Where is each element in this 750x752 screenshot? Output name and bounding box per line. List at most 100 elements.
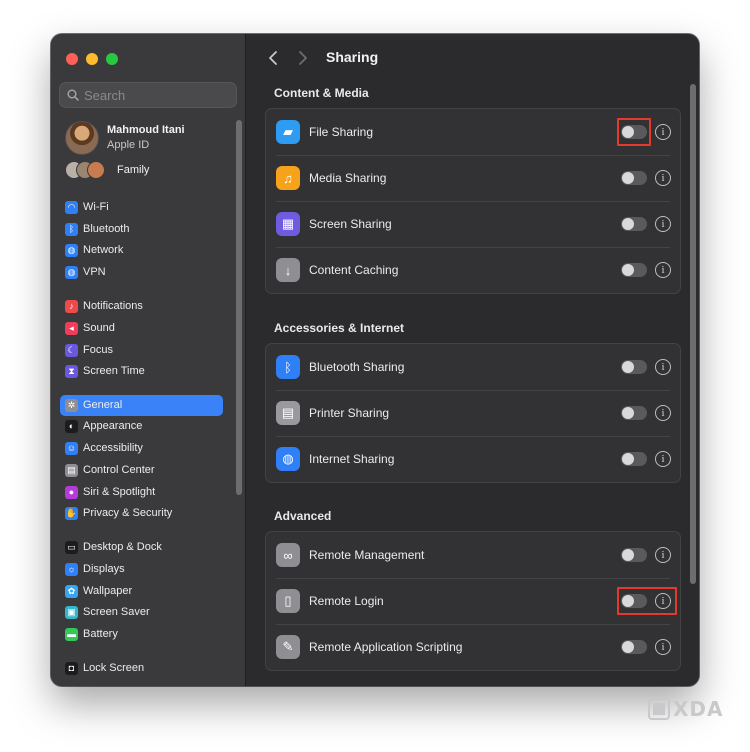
sidebar-item-lock-screen[interactable]: ◘ Lock Screen (60, 658, 223, 679)
row-bluetooth-sharing: ᛒ Bluetooth Sharing i (266, 344, 680, 390)
section-title: Content & Media (274, 86, 369, 100)
internet-sharing-toggle[interactable] (621, 452, 647, 466)
remote-login-toggle[interactable] (621, 594, 647, 608)
row-label: Remote Application Scripting (309, 640, 463, 654)
avatar (65, 121, 99, 155)
search-input[interactable] (84, 86, 232, 104)
info-icon[interactable]: i (655, 262, 671, 278)
info-icon[interactable]: i (655, 547, 671, 563)
row-internet-sharing: ◍ Internet Sharing i (266, 436, 680, 482)
row-screen-sharing: ▦ Screen Sharing i (266, 201, 680, 247)
info-icon[interactable]: i (655, 359, 671, 375)
screen-sharing-toggle[interactable] (621, 217, 647, 231)
screen-sharing-icon: ▦ (276, 212, 300, 236)
terminal-icon: ▯ (276, 589, 300, 613)
row-label: Internet Sharing (309, 452, 395, 466)
bluetooth-icon: ᛒ (276, 355, 300, 379)
xda-logo-icon (648, 698, 670, 720)
sidebar-item-siri-spotlight[interactable]: ● Siri & Spotlight (60, 482, 223, 503)
media-sharing-toggle[interactable] (621, 171, 647, 185)
toggle-knob (622, 641, 634, 653)
hand-icon: ✋ (65, 507, 78, 520)
toggle-knob (622, 126, 634, 138)
info-icon[interactable]: i (655, 124, 671, 140)
sidebar-item-network[interactable]: ◍ Network (60, 240, 223, 261)
file-sharing-toggle[interactable] (621, 125, 647, 139)
toggle-knob (622, 549, 634, 561)
sidebar-item-appearance[interactable]: ◐ Appearance (60, 416, 223, 437)
account-name: Mahmoud Itani (107, 124, 185, 136)
row-content-caching: ↓ Content Caching i (266, 247, 680, 293)
sidebar-item-general[interactable]: ✲ General (60, 395, 223, 416)
printer-sharing-toggle[interactable] (621, 406, 647, 420)
info-icon[interactable]: i (655, 216, 671, 232)
sidebar-item-wi-fi[interactable]: ◠ Wi-Fi (60, 197, 223, 218)
bluetooth-sharing-toggle[interactable] (621, 360, 647, 374)
sidebar-item-label: Screen Time (83, 365, 145, 377)
remote-management-toggle[interactable] (621, 548, 647, 562)
sidebar-item-notifications[interactable]: ♪ Notifications (60, 296, 223, 317)
sidebar-item-accessibility[interactable]: ☺ Accessibility (60, 438, 223, 459)
info-icon[interactable]: i (655, 593, 671, 609)
globe-icon: ◍ (276, 447, 300, 471)
sidebar-item-label: Lock Screen (83, 662, 145, 674)
section-title: Advanced (274, 509, 332, 523)
sidebar-item-screen-time[interactable]: ⧗ Screen Time (60, 361, 223, 382)
sidebar-item-label: Focus (83, 344, 113, 356)
screen-saver-icon: ▣ (65, 606, 78, 619)
sidebar-item-label: Accessibility (83, 442, 143, 454)
row-label: Screen Sharing (309, 217, 392, 231)
sidebar-item-label: General (83, 399, 123, 411)
main-scrollbar[interactable] (690, 84, 696, 584)
sidebar-item-bluetooth[interactable]: ᛒ Bluetooth (60, 219, 223, 240)
close-window-button[interactable] (66, 53, 78, 65)
row-label: Content Caching (309, 263, 399, 277)
account-subtitle: Apple ID (107, 139, 150, 151)
back-button[interactable] (265, 49, 281, 67)
lock-icon: ◘ (65, 662, 78, 675)
sidebar-item-battery[interactable]: ▬ Battery (60, 624, 223, 645)
zoom-window-button[interactable] (106, 53, 118, 65)
flower-icon: ✿ (65, 585, 78, 598)
sidebar-item-vpn[interactable]: ◍ VPN (60, 262, 223, 283)
sidebar-scrollbar[interactable] (236, 120, 242, 495)
sidebar-item-displays[interactable]: ☼ Displays (60, 559, 223, 580)
globe-icon: ◍ (65, 244, 78, 257)
row-label: Printer Sharing (309, 406, 390, 420)
sidebar-item-label: Notifications (83, 300, 143, 312)
info-icon[interactable]: i (655, 170, 671, 186)
remote-application-scripting-toggle[interactable] (621, 640, 647, 654)
family-label: Family (117, 164, 150, 176)
sidebar-item-screen-saver[interactable]: ▣ Screen Saver (60, 602, 223, 623)
apple-id-account[interactable]: Mahmoud Itani Apple ID (65, 121, 235, 155)
info-icon[interactable]: i (655, 405, 671, 421)
minimize-window-button[interactable] (86, 53, 98, 65)
caching-icon: ↓ (276, 258, 300, 282)
row-remote-login: ▯ Remote Login i (266, 578, 680, 624)
content-caching-toggle[interactable] (621, 263, 647, 277)
settings-group: ▰ File Sharing i ♫ Media Sharing i ▦ Screen Sha… (265, 108, 681, 294)
sidebar-item-sound[interactable]: ◂ Sound (60, 318, 223, 339)
sidebar-item-focus[interactable]: ☾ Focus (60, 340, 223, 361)
sidebar-item-desktop-dock[interactable]: ▭ Desktop & Dock (60, 537, 223, 558)
sidebar-item-label: Wallpaper (83, 585, 133, 597)
sidebar-item-control-center[interactable]: ▤ Control Center (60, 460, 223, 481)
sidebar-item-wallpaper[interactable]: ✿ Wallpaper (60, 581, 223, 602)
media-icon: ♫ (276, 166, 300, 190)
row-label: File Sharing (309, 125, 374, 139)
sidebar-item-label: VPN (83, 266, 106, 278)
sidebar-item-label: Bluetooth (83, 223, 130, 235)
info-icon[interactable]: i (655, 451, 671, 467)
toggle-knob (622, 264, 634, 276)
section-title: Accessories & Internet (274, 321, 405, 335)
battery-icon: ▬ (65, 628, 78, 641)
search-field[interactable] (59, 82, 237, 108)
row-label: Remote Login (309, 594, 384, 608)
info-icon[interactable]: i (655, 639, 671, 655)
wifi-icon: ◠ (65, 201, 78, 214)
forward-button[interactable] (295, 49, 311, 67)
toggle-knob (622, 218, 634, 230)
family-item[interactable]: Family (65, 161, 235, 181)
sidebar-item-privacy-security[interactable]: ✋ Privacy & Security (60, 503, 223, 524)
control-center-icon: ▤ (65, 464, 78, 477)
